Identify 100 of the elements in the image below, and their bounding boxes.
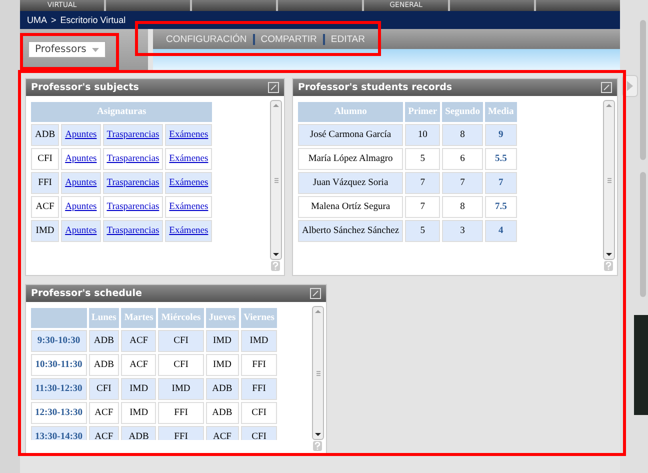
edit-icon[interactable] (268, 82, 279, 93)
cell-text: 6 (460, 154, 465, 164)
cell-text: IMD (36, 226, 54, 236)
column-header: Segundo (442, 102, 483, 122)
document-link[interactable]: Apuntes (65, 178, 97, 188)
edit-icon[interactable] (601, 82, 612, 93)
role-dropdown[interactable]: Professors (28, 41, 106, 58)
grip-icon[interactable] (606, 178, 612, 182)
cell-text: 7.5 (494, 202, 507, 212)
cell-text: ADB (35, 130, 56, 140)
help-icon[interactable] (313, 441, 322, 451)
document-link[interactable]: Exámenes (169, 178, 208, 188)
scroll-down-icon[interactable] (315, 433, 321, 436)
column-header: Asignaturas (31, 102, 212, 122)
cell-text: José Carmona García (310, 130, 392, 140)
document-link[interactable]: Trasparencias (106, 154, 160, 164)
cell-text: 11:30-12:30 (35, 384, 82, 394)
column-header: Viernes (240, 308, 278, 328)
cell-text: FFI (252, 384, 266, 394)
cell-text: ADB (128, 432, 149, 440)
breadcrumb-link[interactable]: Escritorio Virtual (60, 15, 126, 25)
column-header: Martes (121, 308, 156, 328)
cell-text: 7 (420, 202, 425, 212)
cell-text: IMD (130, 384, 148, 394)
help-icon[interactable] (604, 261, 613, 271)
column-header: Lunes (88, 308, 120, 328)
cell-text: 7 (420, 178, 425, 188)
cell-text: IMD (172, 384, 190, 394)
cell-text: ADB (212, 408, 232, 418)
cell-text: ACF (130, 360, 148, 370)
breadcrumb-link[interactable]: UMA (27, 15, 47, 25)
document-link[interactable]: Apuntes (65, 130, 97, 140)
document-link[interactable]: Trasparencias (106, 130, 160, 140)
column-header: Primer (405, 102, 440, 122)
panel-title: Professor's subjects (31, 82, 139, 93)
document-link[interactable]: Exámenes (169, 154, 208, 164)
document-link[interactable]: Apuntes (65, 226, 97, 236)
grip-icon[interactable] (316, 370, 320, 376)
scroll-down-icon[interactable] (606, 253, 612, 256)
cell-text: CFI (252, 408, 266, 418)
cell-text: 3 (460, 226, 465, 236)
cell-text: CFI (38, 154, 52, 164)
cell-text: Malena Ortíz Segura (310, 202, 390, 212)
scroll-up-icon[interactable] (606, 104, 612, 107)
cell-text: IMD (250, 336, 268, 346)
cell-text: CFI (96, 384, 112, 394)
scroll-up-icon[interactable] (273, 104, 279, 107)
cell-text: 5 (420, 154, 425, 164)
caret-icon (92, 48, 100, 52)
panel-title: Professor's schedule (31, 288, 142, 299)
cell-text: 13:30-14:30 (35, 432, 82, 440)
panel-title: Professor's students records (298, 82, 452, 93)
column-header (31, 308, 86, 328)
column-header: Alumno (298, 102, 404, 122)
grip-icon[interactable] (274, 178, 278, 182)
cell-text: FFI (174, 432, 188, 440)
scrollbar[interactable] (270, 100, 282, 260)
scroll-down-icon[interactable] (273, 253, 279, 256)
nav-tab[interactable] (106, 0, 190, 11)
scroll-up-icon[interactable] (315, 310, 321, 313)
nav-tab[interactable] (536, 0, 620, 11)
cell-text: ACF (130, 336, 148, 346)
column-header: Media (484, 102, 517, 122)
cell-text: ACF (94, 432, 114, 440)
document-link[interactable]: Trasparencias (106, 202, 160, 212)
help-icon[interactable] (271, 261, 280, 271)
cell-text: 4 (498, 226, 504, 236)
cell-text: 8 (460, 202, 465, 212)
cell-text: 5.5 (494, 154, 507, 164)
cell-text: 7 (498, 178, 504, 188)
cell-text: CFI (174, 336, 188, 346)
column-header: Miércoles (158, 308, 204, 328)
cell-text: FFI (174, 408, 188, 418)
cell-text: 10 (418, 130, 428, 140)
document-link[interactable]: Exámenes (169, 226, 208, 236)
cell-text: Alberto Sánchez Sánchez (302, 226, 400, 236)
document-link[interactable]: Trasparencias (106, 178, 160, 188)
document-link[interactable]: Trasparencias (106, 226, 160, 236)
cell-text: 10:30-11:30 (35, 360, 82, 370)
document-link[interactable]: Apuntes (65, 154, 97, 164)
cell-text: FFI (38, 178, 52, 188)
cell-text: 9 (498, 130, 504, 140)
nav-tab[interactable] (278, 0, 362, 11)
cell-text: ACF (212, 432, 232, 440)
cell-text: CFI (174, 360, 188, 370)
document-link[interactable]: Exámenes (169, 202, 208, 212)
cell-text: CFI (252, 432, 266, 440)
column-header: Jueves (206, 308, 239, 328)
cell-text: 7 (460, 178, 465, 188)
scrollbar[interactable] (312, 306, 324, 440)
document-link[interactable]: Exámenes (169, 130, 208, 140)
edit-icon[interactable] (310, 288, 321, 299)
scrollbar[interactable] (603, 100, 615, 260)
cell-text: ACF (36, 202, 54, 212)
cell-text: Juan Vázquez Soria (312, 178, 388, 188)
cell-text: ACF (94, 408, 114, 418)
nav-tab[interactable] (450, 0, 534, 11)
document-link[interactable]: Apuntes (65, 202, 97, 212)
nav-tab[interactable] (192, 0, 276, 11)
cell-text: IMD (212, 360, 232, 370)
